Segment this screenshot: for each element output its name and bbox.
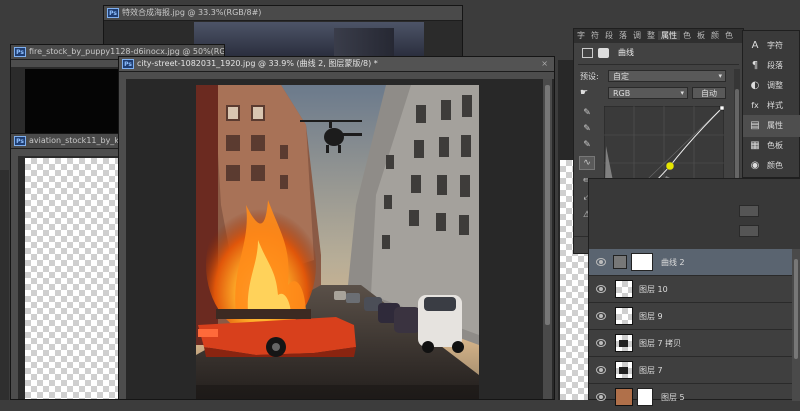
tab-character[interactable]: 字 [574, 31, 588, 40]
photoshop-doc-icon: Ps [14, 136, 26, 146]
chevron-down-icon: ▾ [680, 89, 684, 97]
photoshop-doc-icon: Ps [122, 59, 134, 69]
styles-icon: fx [751, 101, 759, 110]
layers-panel[interactable]: 曲线 2 图层 10 图层 9 图层 7 拷贝 图层 7 图层 5 [588, 178, 800, 406]
document-title: city-street-1082031_1920.jpg @ 33.9% (曲线… [137, 59, 378, 68]
chevron-down-icon: ▾ [718, 72, 722, 80]
transparent-canvas [25, 158, 121, 399]
photoshop-doc-icon: Ps [14, 47, 26, 57]
close-icon[interactable]: × [541, 59, 548, 69]
opacity-field[interactable] [739, 205, 759, 217]
layers-options [589, 179, 800, 249]
layer-row[interactable]: 图层 7 拷贝 [589, 330, 799, 357]
document-window-aviation[interactable]: Psaviation_stock11_by_klsto [10, 133, 122, 400]
right-dock[interactable]: A 字符 ¶ 段落 ◐ 调整 fx 样式 ▤ 属性 ▦ 色板 ◉ 颜色 [742, 30, 800, 178]
paragraph-icon: ¶ [751, 60, 759, 71]
auto-button[interactable]: 自动 [692, 87, 726, 99]
layer-row[interactable]: 图层 9 [589, 303, 799, 330]
layer-row[interactable]: 图层 5 [589, 384, 799, 411]
dock-item-character[interactable]: A 字符 [743, 35, 800, 57]
tab-properties[interactable]: 属性 [658, 31, 680, 40]
photoshop-doc-icon: Ps [107, 8, 119, 18]
layer-name[interactable]: 曲线 2 [661, 249, 685, 276]
layer-mask-thumbnail[interactable] [637, 388, 653, 406]
character-icon: A [751, 40, 759, 51]
pointer-hand-icon[interactable]: ☛ [580, 87, 588, 99]
document-window-city-street[interactable]: Ps city-street-1082031_1920.jpg @ 33.9% (… [118, 56, 555, 400]
layer-name[interactable]: 图层 7 拷贝 [639, 330, 681, 357]
document-title-bar[interactable]: Ps 特效合成海报.jpg @ 33.3%(RGB/8#) [104, 6, 462, 21]
layer-row[interactable]: 图层 7 [589, 357, 799, 384]
layer-row[interactable]: 图层 10 [589, 276, 799, 303]
layer-name[interactable]: 图层 9 [639, 303, 663, 330]
white-eyedropper-icon[interactable]: ✎ [581, 139, 593, 151]
street-photo [196, 85, 479, 399]
black-eyedropper-icon[interactable]: ✎ [581, 107, 593, 119]
layer-thumbnail [615, 388, 633, 406]
dock-item-properties[interactable]: ▤ 属性 [743, 115, 800, 137]
horizontal-ruler [119, 72, 554, 79]
tab-color[interactable]: 颜 [708, 31, 722, 40]
layer-mask-icon[interactable] [598, 48, 609, 58]
curves-adjustment-icon [582, 48, 593, 58]
layer-thumbnail [615, 361, 633, 379]
preset-select[interactable]: 自定 ▾ [608, 70, 726, 82]
document-title: fire_stock_by_puppy1128-d6inocx.jpg @ 50… [29, 47, 224, 56]
channel-select[interactable]: RGB ▾ [608, 87, 688, 99]
layer-name[interactable]: 图层 10 [639, 276, 668, 303]
adjustment-layer-icon [613, 255, 627, 269]
properties-icon: ▤ [750, 120, 760, 131]
curve-edit-icon[interactable]: ∿ [579, 156, 595, 170]
panel-header-label: 曲线 [618, 48, 634, 57]
vertical-ruler [119, 79, 126, 399]
document-title-bar[interactable]: Ps city-street-1082031_1920.jpg @ 33.9% (… [119, 57, 554, 72]
dock-item-swatches[interactable]: ▦ 色板 [743, 135, 800, 157]
color-icon: ◉ [750, 160, 760, 171]
layer-name[interactable]: 图层 5 [661, 384, 685, 411]
dock-item-color[interactable]: ◉ 颜色 [743, 155, 800, 177]
swatches-icon: ▦ [750, 140, 760, 151]
document-title-bar[interactable]: Psaviation_stock11_by_klsto [11, 134, 121, 149]
dock-item-paragraph[interactable]: ¶ 段落 [743, 55, 800, 77]
properties-tabs[interactable]: 字符段落调整属性色板颜色 [574, 29, 743, 43]
layer-name[interactable]: 图层 7 [639, 357, 663, 384]
visibility-eye-icon[interactable] [596, 366, 606, 374]
visibility-eye-icon[interactable] [596, 258, 606, 266]
vertical-scrollbar[interactable] [543, 79, 552, 399]
layer-mask-thumbnail[interactable] [631, 253, 653, 271]
visibility-eye-icon[interactable] [596, 339, 606, 347]
tab-adjustments[interactable]: 调 [630, 31, 644, 40]
layer-thumbnail [615, 334, 633, 352]
preset-label: 预设: [580, 72, 599, 81]
visibility-eye-icon[interactable] [596, 285, 606, 293]
scrollbar-thumb[interactable] [545, 85, 550, 325]
curve-control-point [665, 161, 675, 171]
layers-scrollbar[interactable] [792, 249, 800, 401]
gray-eyedropper-icon[interactable]: ✎ [581, 123, 593, 135]
document-title: 特效合成海报.jpg @ 33.3%(RGB/8#) [122, 8, 262, 17]
fill-field[interactable] [739, 225, 759, 237]
layer-row-curves-2[interactable]: 曲线 2 [589, 249, 799, 276]
layer-thumbnail [615, 307, 633, 325]
dock-item-styles[interactable]: fx 样式 [743, 95, 800, 117]
dock-item-adjustments[interactable]: ◐ 调整 [743, 75, 800, 97]
visibility-eye-icon[interactable] [596, 312, 606, 320]
layer-thumbnail [615, 280, 633, 298]
tools-edge [0, 170, 9, 400]
tab-paragraph[interactable]: 段 [602, 31, 616, 40]
document-title: aviation_stock11_by_klsto [29, 136, 121, 145]
adjustments-icon: ◐ [750, 80, 760, 91]
tab-swatches[interactable]: 色 [680, 31, 694, 40]
